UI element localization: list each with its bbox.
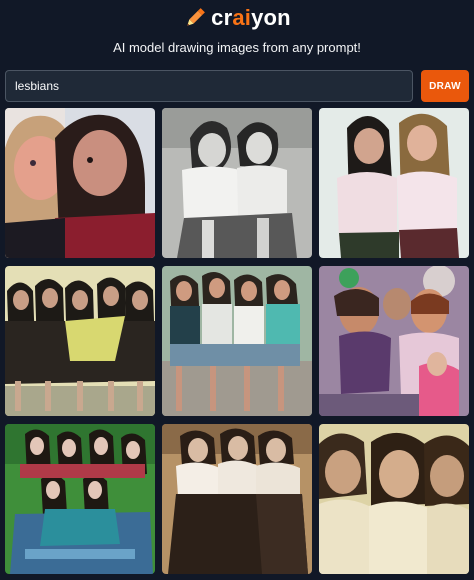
draw-button[interactable]: DRAW [421,70,469,102]
generated-image-4[interactable] [5,266,155,416]
search-row: DRAW [5,70,469,102]
generated-image-6[interactable] [319,266,469,416]
tagline: AI model drawing images from any prompt! [113,40,361,55]
generated-image-1[interactable] [5,108,155,258]
image-grid [5,108,469,574]
generated-image-9[interactable] [319,424,469,574]
craiyon-logo[interactable]: craiyon [183,5,291,31]
pencil-icon [187,8,206,26]
generated-image-8[interactable] [162,424,312,574]
logo-wordmark: craiyon [211,5,291,30]
generated-image-3[interactable] [319,108,469,258]
generated-image-2[interactable] [162,108,312,258]
generated-image-5[interactable] [162,266,312,416]
prompt-input[interactable] [5,70,413,102]
header: craiyon [0,0,474,36]
generated-image-7[interactable] [5,424,155,574]
